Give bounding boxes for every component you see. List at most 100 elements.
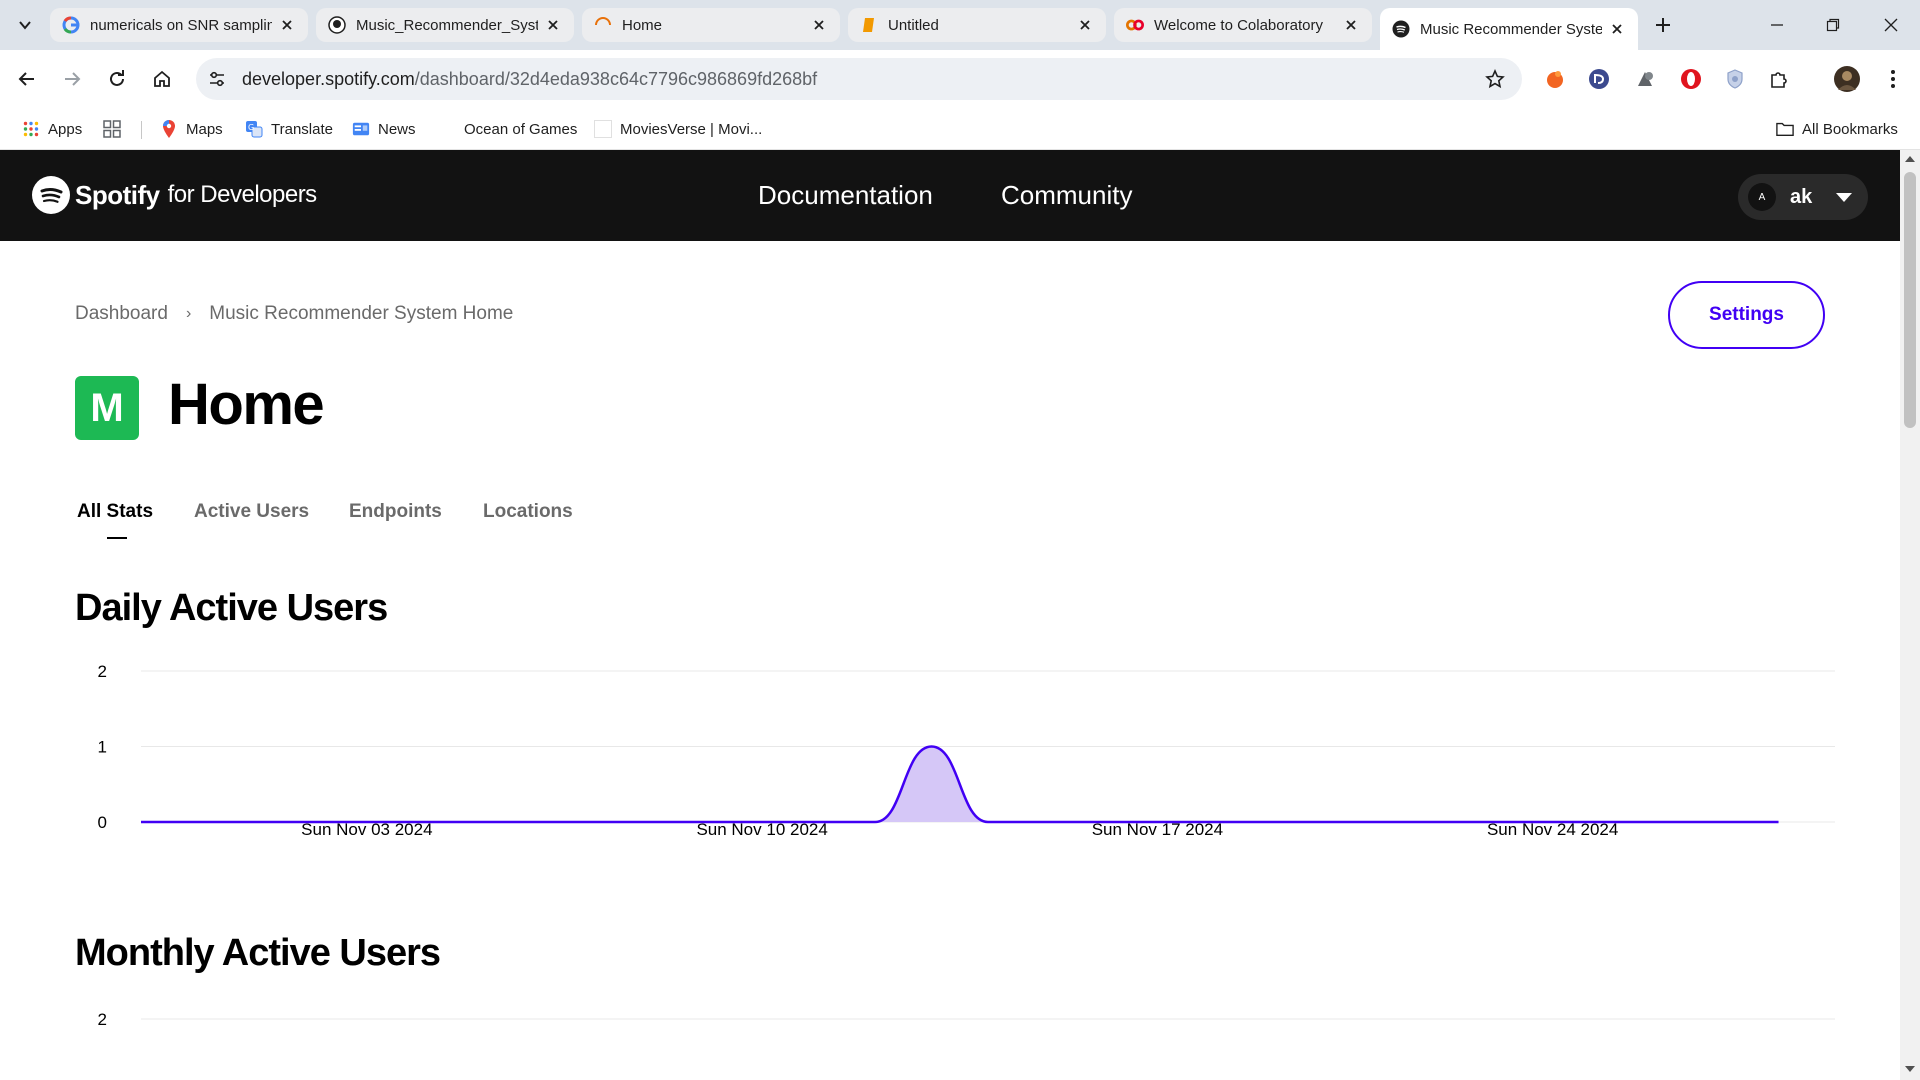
spotify-for-developers-logo[interactable]: Spotify for Developers: [32, 176, 317, 214]
forward-arrow-icon: [65, 72, 81, 86]
user-menu-button[interactable]: A ak: [1738, 174, 1868, 220]
reload-button[interactable]: [102, 64, 132, 94]
url-host: developer.spotify.com: [242, 69, 415, 89]
browser-tab[interactable]: Untitled: [848, 8, 1106, 42]
bookmark-label: Ocean of Games: [464, 120, 578, 138]
monthly-active-users-chart: 2: [98, 1010, 1835, 1029]
home-button[interactable]: [147, 64, 177, 94]
notebook-icon: [860, 16, 878, 34]
all-bookmarks-button[interactable]: All Bookmarks: [1776, 116, 1898, 142]
bookmarks-bar: Apps Maps G Translate News Ocean of Game…: [0, 108, 1920, 150]
restore-button[interactable]: [1820, 12, 1846, 38]
bookmark-label: News: [378, 120, 416, 138]
site-info-icon[interactable]: [206, 68, 228, 90]
blank-page-icon: [594, 120, 612, 138]
address-bar[interactable]: developer.spotify.com/dashboard/32d4eda9…: [196, 58, 1522, 100]
profile-avatar-icon[interactable]: [1834, 66, 1860, 92]
google-icon: [62, 16, 80, 34]
scroll-up-arrow-icon[interactable]: [1905, 156, 1915, 162]
forward-button[interactable]: [57, 64, 87, 94]
minimize-button[interactable]: [1764, 12, 1790, 38]
restore-icon: [1826, 18, 1840, 32]
shield-icon[interactable]: [1722, 66, 1748, 92]
tab-title: Music_Recommender_Syst: [356, 16, 538, 34]
apps-grid-icon: [22, 120, 40, 138]
tab-active-users[interactable]: Active Users: [194, 501, 309, 523]
avatar: A: [1748, 183, 1776, 211]
x-tick-label: Sun Nov 24 2024: [1487, 820, 1618, 835]
chevron-down-icon: [19, 21, 31, 30]
close-icon[interactable]: [544, 16, 562, 34]
browser-tab[interactable]: Music_Recommender_Syst: [316, 8, 574, 42]
bookmark-news[interactable]: News: [352, 116, 416, 142]
tab-all-stats[interactable]: All Stats: [77, 501, 153, 523]
close-icon[interactable]: [1342, 16, 1360, 34]
y-tick-label: 2: [98, 1010, 107, 1029]
breadcrumb-current: Music Recommender System Home: [209, 303, 514, 324]
brand-name: Spotify: [75, 179, 160, 210]
bookmark-label: MoviesVerse | Movi...: [620, 120, 763, 138]
nav-documentation[interactable]: Documentation: [758, 180, 933, 211]
page-title: Home: [168, 372, 325, 437]
bookmark-maps[interactable]: Maps: [160, 116, 223, 142]
new-tab-button[interactable]: [1648, 10, 1678, 40]
tab-title: Music Recommender Syste: [1420, 20, 1602, 38]
brand-suffix: for Developers: [167, 181, 318, 208]
tab-strip: numericals on SNR samplin Music_Recommen…: [0, 0, 1920, 50]
bookmark-tab-groups[interactable]: [103, 116, 129, 142]
app-icon: M: [75, 376, 139, 440]
page-scrollbar[interactable]: [1900, 150, 1920, 1080]
close-icon[interactable]: [1076, 16, 1094, 34]
scroll-down-arrow-icon[interactable]: [1905, 1066, 1915, 1072]
opera-icon[interactable]: [1678, 66, 1704, 92]
close-window-button[interactable]: [1878, 12, 1904, 38]
tab-title: Home: [622, 16, 663, 34]
bookmark-label: Apps: [48, 120, 83, 138]
browser-tab[interactable]: Home: [582, 8, 840, 42]
url-path: /dashboard/32d4eda938c64c7796c986869fd26…: [414, 69, 818, 89]
nav-community[interactable]: Community: [1001, 180, 1132, 211]
maps-pin-icon: [160, 120, 178, 138]
caret-down-icon: [1836, 193, 1852, 202]
breadcrumb-dashboard[interactable]: Dashboard: [75, 303, 168, 325]
bookmark-moviesverse[interactable]: MoviesVerse | Movi...: [594, 116, 762, 142]
puzzle-icon[interactable]: [1766, 66, 1792, 92]
tab-title: numericals on SNR samplin: [90, 16, 272, 34]
y-tick-label: 0: [98, 813, 107, 832]
tab-endpoints[interactable]: Endpoints: [349, 501, 442, 523]
daily-active-users-title: Daily Active Users: [75, 587, 388, 629]
spotify-icon: [1392, 20, 1410, 38]
close-icon[interactable]: [1608, 20, 1626, 38]
scrollbar-thumb[interactable]: [1904, 172, 1916, 428]
browser-tab[interactable]: numericals on SNR samplin: [50, 8, 308, 42]
bookmark-apps[interactable]: Apps: [22, 116, 82, 142]
back-arrow-icon: [18, 72, 34, 86]
plus-icon: [1656, 18, 1670, 32]
bookmark-star-icon[interactable]: [1484, 68, 1506, 90]
bookmark-translate[interactable]: G Translate: [245, 116, 333, 142]
browser-tab[interactable]: Welcome to Colaboratory: [1114, 8, 1372, 42]
close-icon[interactable]: [810, 16, 828, 34]
settings-button[interactable]: Settings: [1668, 281, 1825, 349]
browser-tab-active[interactable]: Music Recommender Syste: [1380, 8, 1638, 50]
folder-icon: [1776, 120, 1794, 138]
bookmarks-separator: [141, 121, 142, 139]
daily-active-users-chart: 0 1 2 Sun Nov 03 2024 Sun Nov 10 2024 Sun Nov…: [98, 662, 1835, 835]
extension-orange-icon[interactable]: [1542, 66, 1568, 92]
active-tab-indicator: [107, 537, 127, 539]
site-header: Spotify for Developers Documentation Com…: [0, 150, 1900, 241]
x-tick-label: Sun Nov 17 2024: [1092, 820, 1223, 835]
extension-gray-icon[interactable]: [1632, 66, 1658, 92]
bookmark-label: Translate: [271, 120, 333, 138]
tab-search-dropdown[interactable]: [12, 12, 38, 38]
back-button[interactable]: [12, 64, 42, 94]
kebab-menu-icon[interactable]: [1880, 66, 1906, 92]
bookmark-ocean-of-games[interactable]: Ocean of Games: [464, 116, 577, 142]
close-icon: [1884, 18, 1898, 32]
x-tick-label: Sun Nov 03 2024: [301, 820, 432, 835]
extension-blue-icon[interactable]: [1586, 66, 1612, 92]
monthly-active-users-title: Monthly Active Users: [75, 932, 441, 974]
close-icon[interactable]: [278, 16, 296, 34]
x-tick-label: Sun Nov 10 2024: [696, 820, 827, 835]
tab-locations[interactable]: Locations: [483, 501, 573, 523]
